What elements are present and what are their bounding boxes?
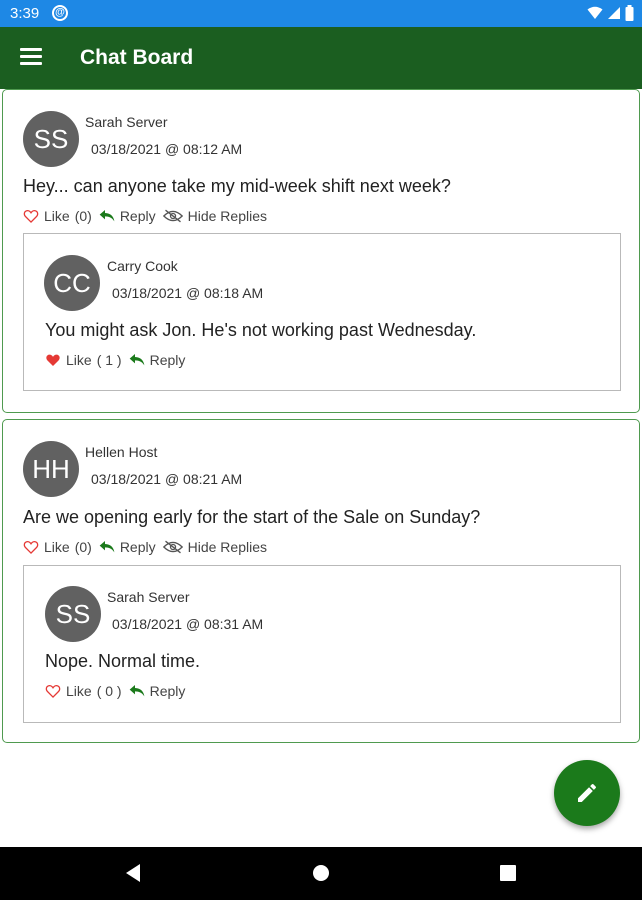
navigation-bar (0, 847, 642, 900)
post-actions: Like (0) Reply Hide Replies (23, 537, 267, 557)
heart-filled-icon (46, 354, 60, 367)
hide-replies-label: Hide Replies (187, 208, 267, 224)
reply-label: Reply (149, 352, 186, 368)
back-icon[interactable] (124, 863, 142, 883)
heart-outline-icon (23, 210, 39, 223)
author-name: Carry Cook (107, 258, 178, 274)
reply-icon (99, 541, 115, 553)
battery-icon (625, 5, 634, 21)
at-sign-icon: @ (52, 5, 68, 21)
like-label: Like (66, 683, 92, 699)
post-actions: Like (0) Reply Hide Replies (23, 206, 267, 226)
hide-replies-label: Hide Replies (187, 539, 267, 555)
like-button[interactable]: Like ( 1 ) (45, 352, 122, 368)
avatar[interactable]: HH (23, 441, 79, 497)
home-icon[interactable] (312, 863, 330, 883)
status-icons (587, 5, 634, 21)
reply-card: CC Carry Cook 03/18/2021 @ 08:18 AM You … (23, 233, 621, 391)
post-message: Hey... can anyone take my mid-week shift… (23, 176, 451, 196)
reply-icon (99, 210, 115, 222)
like-label: Like (66, 352, 92, 368)
status-bar: 3:39 @ (0, 0, 642, 27)
eye-off-icon (162, 209, 183, 223)
heart-outline-icon (45, 685, 61, 698)
hide-replies-button[interactable]: Hide Replies (162, 208, 267, 224)
reply-actions: Like ( 0 ) Reply (45, 681, 185, 701)
like-label: Like (44, 208, 70, 224)
author-name: Sarah Server (85, 114, 168, 130)
reply-button[interactable]: Reply (129, 352, 186, 368)
reply-message: You might ask Jon. He's not working past… (45, 320, 477, 340)
status-time: 3:39 (10, 5, 40, 22)
app-bar: Chat Board (0, 27, 642, 89)
post-message: Are we opening early for the start of th… (23, 507, 481, 527)
reply-timestamp: 03/18/2021 @ 08:18 AM (112, 285, 264, 301)
recents-icon[interactable] (499, 863, 517, 883)
like-button[interactable]: Like (0) (23, 539, 92, 555)
avatar[interactable]: SS (23, 111, 79, 167)
post-timestamp: 03/18/2021 @ 08:12 AM (91, 141, 243, 157)
author-name: Hellen Host (85, 444, 158, 460)
reply-actions: Like ( 1 ) Reply (45, 350, 185, 370)
like-count: (0) (74, 539, 92, 555)
reply-card: SS Sarah Server 03/18/2021 @ 08:31 AM No… (23, 565, 621, 723)
reply-message: Nope. Normal time. (45, 651, 201, 671)
like-count: (0) (74, 208, 92, 224)
reply-label: Reply (119, 539, 156, 555)
author-name: Sarah Server (107, 589, 190, 605)
post-card: SS Sarah Server 03/18/2021 @ 08:12 AM He… (2, 89, 640, 413)
like-button[interactable]: Like (0) (23, 208, 92, 224)
heart-outline-icon (23, 541, 39, 554)
reply-button[interactable]: Reply (99, 539, 156, 555)
page-title: Chat Board (80, 46, 194, 69)
like-count: ( 0 ) (96, 683, 122, 699)
post-card: HH Hellen Host 03/18/2021 @ 08:21 AM Are… (2, 419, 640, 743)
reply-button[interactable]: Reply (99, 208, 156, 224)
reply-timestamp: 03/18/2021 @ 08:31 AM (112, 616, 264, 632)
reply-label: Reply (149, 683, 186, 699)
signal-icon (608, 7, 620, 19)
avatar[interactable]: CC (44, 255, 100, 311)
pencil-icon (578, 783, 597, 802)
like-label: Like (44, 539, 70, 555)
like-button[interactable]: Like ( 0 ) (45, 683, 122, 699)
post-timestamp: 03/18/2021 @ 08:21 AM (91, 471, 243, 487)
reply-label: Reply (119, 208, 156, 224)
hide-replies-button[interactable]: Hide Replies (162, 539, 267, 555)
avatar[interactable]: SS (45, 586, 101, 642)
menu-icon[interactable] (20, 48, 42, 66)
wifi-icon (587, 6, 603, 19)
reply-icon (129, 354, 144, 366)
reply-icon (129, 685, 144, 697)
reply-button[interactable]: Reply (129, 683, 186, 699)
eye-off-icon (162, 540, 183, 554)
like-count: ( 1 ) (96, 352, 122, 368)
compose-fab[interactable] (554, 760, 620, 826)
